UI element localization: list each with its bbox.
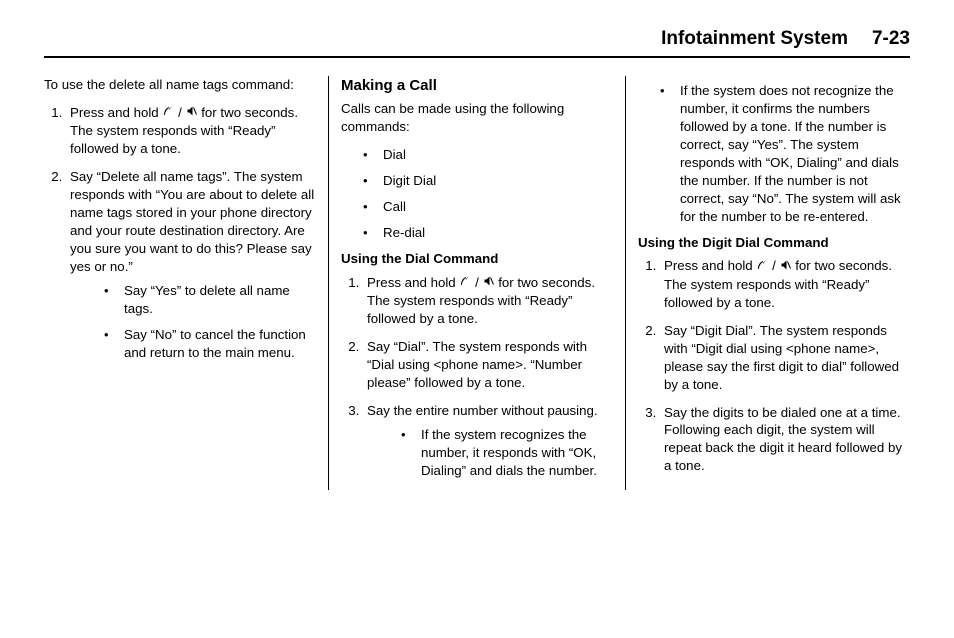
icon-separator: / <box>768 258 779 273</box>
col2-step3-subs: If the system recognizes the number, it … <box>367 426 613 480</box>
col3-top-bullet: If the system does not recognize the num… <box>666 82 910 226</box>
col1-sub-no: Say “No” to cancel the function and retu… <box>110 326 316 362</box>
col2-step-3: Say the entire number without pausing. I… <box>363 402 613 480</box>
voice-command-icon <box>162 104 174 122</box>
cmd-redial: Re-dial <box>369 224 613 242</box>
col3-step-3: Say the digits to be dialed one at a tim… <box>660 404 910 476</box>
manual-page: Infotainment System 7-23 To use the dele… <box>0 0 954 638</box>
col3-step-1: Press and hold / for two seconds. The sy… <box>660 257 910 311</box>
header-page-number: 7-23 <box>872 28 910 50</box>
col2-step-2: Say “Dial”. The system responds with “Di… <box>363 338 613 392</box>
header-title: Infotainment System <box>661 28 848 50</box>
cmd-call: Call <box>369 198 613 216</box>
col3-top-bullet-list: If the system does not recognize the num… <box>638 82 910 226</box>
voice-command-icon <box>756 258 768 276</box>
col1-step-2: Say “Delete all name tags”. The system r… <box>66 168 316 361</box>
content-columns: To use the delete all name tags command:… <box>44 76 910 490</box>
column-3: If the system does not recognize the num… <box>625 76 910 490</box>
mute-speaker-icon <box>780 258 792 276</box>
column-2: Making a Call Calls can be made using th… <box>328 76 625 490</box>
step-text-pre: Press and hold <box>367 275 459 290</box>
col1-steps: Press and hold / for two seconds. The sy… <box>44 104 316 362</box>
cmd-dial: Dial <box>369 146 613 164</box>
icon-separator: / <box>471 275 482 290</box>
step-text-pre: Press and hold <box>70 105 162 120</box>
col2-intro: Calls can be made using the following co… <box>341 100 613 136</box>
column-1: To use the delete all name tags command:… <box>44 76 328 490</box>
col2-step-1: Press and hold / for two seconds. The sy… <box>363 274 613 328</box>
page-header: Infotainment System 7-23 <box>44 28 910 58</box>
col1-intro: To use the delete all name tags command: <box>44 76 316 94</box>
icon-separator: / <box>174 105 185 120</box>
cmd-digit-dial: Digit Dial <box>369 172 613 190</box>
col2-subheading: Using the Dial Command <box>341 250 613 268</box>
step-text: Say the entire number without pausing. <box>367 403 598 418</box>
col3-step-2: Say “Digit Dial”. The system responds wi… <box>660 322 910 394</box>
voice-command-icon <box>459 274 471 292</box>
col3-steps: Press and hold / for two seconds. The sy… <box>638 257 910 475</box>
col1-step-1: Press and hold / for two seconds. The sy… <box>66 104 316 158</box>
step-text: Say “Delete all name tags”. The system r… <box>70 169 314 274</box>
col2-commands: Dial Digit Dial Call Re-dial <box>341 146 613 242</box>
col3-subheading: Using the Digit Dial Command <box>638 234 910 252</box>
col2-step3-sub: If the system recognizes the number, it … <box>407 426 613 480</box>
mute-speaker-icon <box>186 104 198 122</box>
col1-step2-subs: Say “Yes” to delete all name tags. Say “… <box>70 282 316 362</box>
mute-speaker-icon <box>483 274 495 292</box>
col2-heading: Making a Call <box>341 76 613 96</box>
col2-steps: Press and hold / for two seconds. The sy… <box>341 274 613 480</box>
step-text-pre: Press and hold <box>664 258 756 273</box>
col1-sub-yes: Say “Yes” to delete all name tags. <box>110 282 316 318</box>
